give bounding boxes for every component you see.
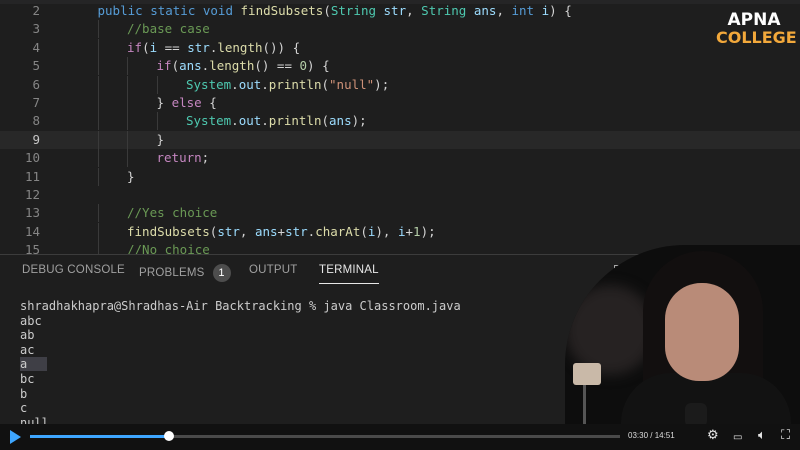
- presenter-face: [665, 283, 739, 381]
- code-line[interactable]: 14 findSubsets(str, ans+str.charAt(i), i+…: [0, 222, 800, 241]
- tab-problems[interactable]: PROBLEMS 1: [139, 264, 231, 282]
- video-player-controls: 03:30 / 14:51 ⚙ ▭ 🔈︎ ⛶: [0, 424, 800, 450]
- terminal-line: abc: [20, 313, 42, 328]
- progress-track[interactable]: [30, 431, 620, 441]
- code-text: public static void findSubsets(String st…: [97, 3, 572, 18]
- line-number: 15: [24, 242, 40, 254]
- code-text: findSubsets(str, ans+str.charAt(i), i+1)…: [127, 223, 436, 239]
- code-editor[interactable]: 2 public static void findSubsets(String s…: [0, 0, 800, 254]
- line-number: 9: [32, 131, 40, 147]
- indent-guide: [97, 112, 99, 131]
- code-line[interactable]: 4 if(i == str.length()) {: [0, 38, 800, 57]
- code-line[interactable]: 7 } else {: [0, 94, 800, 112]
- code-text: } else {: [156, 95, 217, 110]
- code-text: return;: [156, 150, 210, 166]
- logo-line-2: COLLEGE: [716, 28, 797, 47]
- webcam-lamp-stand: [583, 385, 586, 425]
- tab-problems-label: PROBLEMS: [139, 267, 205, 280]
- indent-guide: [127, 57, 128, 76]
- indent-guide: [127, 112, 128, 131]
- webcam-background: [565, 285, 655, 375]
- indent-guide: [127, 75, 128, 94]
- code-text: if(i == str.length()) {: [127, 39, 301, 55]
- indent-guide: [156, 112, 158, 131]
- code-text: }: [156, 131, 165, 147]
- indent-guide: [127, 130, 128, 149]
- line-number: 2: [32, 3, 40, 18]
- play-icon[interactable]: [10, 430, 21, 444]
- code-line[interactable]: 11}: [0, 167, 800, 186]
- indent-guide: [97, 204, 99, 223]
- code-line[interactable]: 13 //Yes choice: [0, 204, 800, 223]
- code-text: //No choice: [127, 242, 210, 254]
- terminal-line: ab: [20, 328, 35, 343]
- code-line[interactable]: 6 System.out.println("null");: [0, 75, 800, 94]
- code-line[interactable]: 8 System.out.println(ans);: [0, 112, 800, 131]
- code-line[interactable]: 12: [0, 186, 800, 204]
- code-line[interactable]: 5 if(ans.length() == 0) {: [0, 57, 800, 76]
- line-number: 5: [32, 58, 40, 74]
- line-number: 7: [32, 95, 40, 110]
- line-number: 13: [24, 205, 40, 221]
- fullscreen-icon[interactable]: ⛶: [781, 429, 790, 443]
- problems-count-badge: 1: [212, 264, 231, 282]
- code-text: System.out.println(ans);: [186, 113, 367, 129]
- code-line[interactable]: 3 //base case: [0, 20, 800, 39]
- captions-icon[interactable]: ▭: [733, 431, 742, 445]
- indent-guide: [97, 75, 99, 94]
- line-number: 3: [32, 21, 40, 37]
- presenter-microphone: [685, 403, 707, 425]
- code-text: }: [127, 168, 135, 184]
- terminal-prompt-line: shradhakhapra@Shradhas-Air Backtracking …: [20, 299, 461, 313]
- terminal-output[interactable]: shradhakhapra@Shradhas-Air Backtracking …: [20, 299, 461, 430]
- indent-guide: [97, 222, 99, 241]
- apna-college-logo: APNA COLLEGE: [716, 10, 797, 48]
- settings-gear-icon[interactable]: ⚙: [707, 429, 719, 443]
- indent-guide: [127, 94, 128, 112]
- line-number: 11: [24, 168, 40, 184]
- indent-guide: [97, 20, 99, 39]
- terminal-line: b: [20, 386, 28, 401]
- line-number: 14: [24, 223, 40, 239]
- line-number: 6: [32, 76, 40, 92]
- indent-guide: [97, 94, 99, 112]
- indent-guide: [127, 149, 128, 168]
- tab-debug-console[interactable]: DEBUG CONSOLE: [22, 264, 125, 276]
- indent-guide: [97, 130, 99, 149]
- progress-scrubber[interactable]: [164, 431, 175, 441]
- code-text: System.out.println("null");: [186, 76, 390, 92]
- code-text: //base case: [127, 21, 210, 37]
- code-line[interactable]: 9}: [0, 130, 800, 149]
- line-number: 10: [24, 150, 40, 166]
- progress-fill: [30, 435, 170, 438]
- line-number: 12: [24, 187, 40, 202]
- indent-guide: [97, 241, 99, 254]
- line-number: 8: [32, 113, 40, 129]
- logo-line-1: APNA: [727, 10, 781, 30]
- indent-guide: [97, 38, 99, 57]
- code-line[interactable]: 2 public static void findSubsets(String s…: [0, 2, 800, 20]
- indent-guide: [97, 167, 99, 186]
- indent-guide: [156, 75, 158, 94]
- webcam-lamp: [573, 363, 601, 385]
- code-line[interactable]: 10 return;: [0, 149, 800, 168]
- tab-terminal[interactable]: TERMINAL: [319, 264, 379, 284]
- code-text: //Yes choice: [127, 205, 218, 221]
- line-number: 4: [32, 39, 40, 55]
- volume-icon[interactable]: 🔈︎: [758, 429, 766, 443]
- time-display: 03:30 / 14:51: [628, 431, 675, 440]
- terminal-selected-line: a: [20, 357, 48, 372]
- indent-guide: [97, 149, 99, 168]
- code-text: if(ans.length() == 0) {: [156, 58, 330, 74]
- terminal-line: c: [20, 401, 28, 416]
- terminal-line: bc: [20, 371, 35, 386]
- indent-guide: [97, 57, 99, 76]
- tab-output[interactable]: OUTPUT: [249, 264, 297, 276]
- terminal-line: ac: [20, 342, 35, 357]
